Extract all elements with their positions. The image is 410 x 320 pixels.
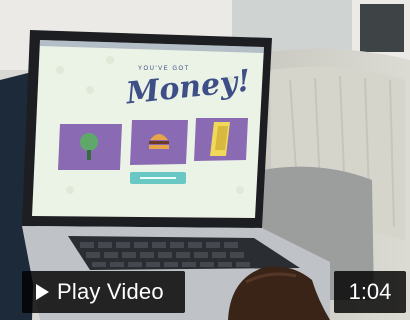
play-icon [36,284,49,300]
video-duration: 1:04 [334,271,406,313]
play-video-button[interactable]: Play Video [22,271,185,313]
play-video-label: Play Video [57,279,164,304]
video-thumbnail[interactable]: YOU'VE GOT Money! Play Video 1:04 [0,0,410,320]
